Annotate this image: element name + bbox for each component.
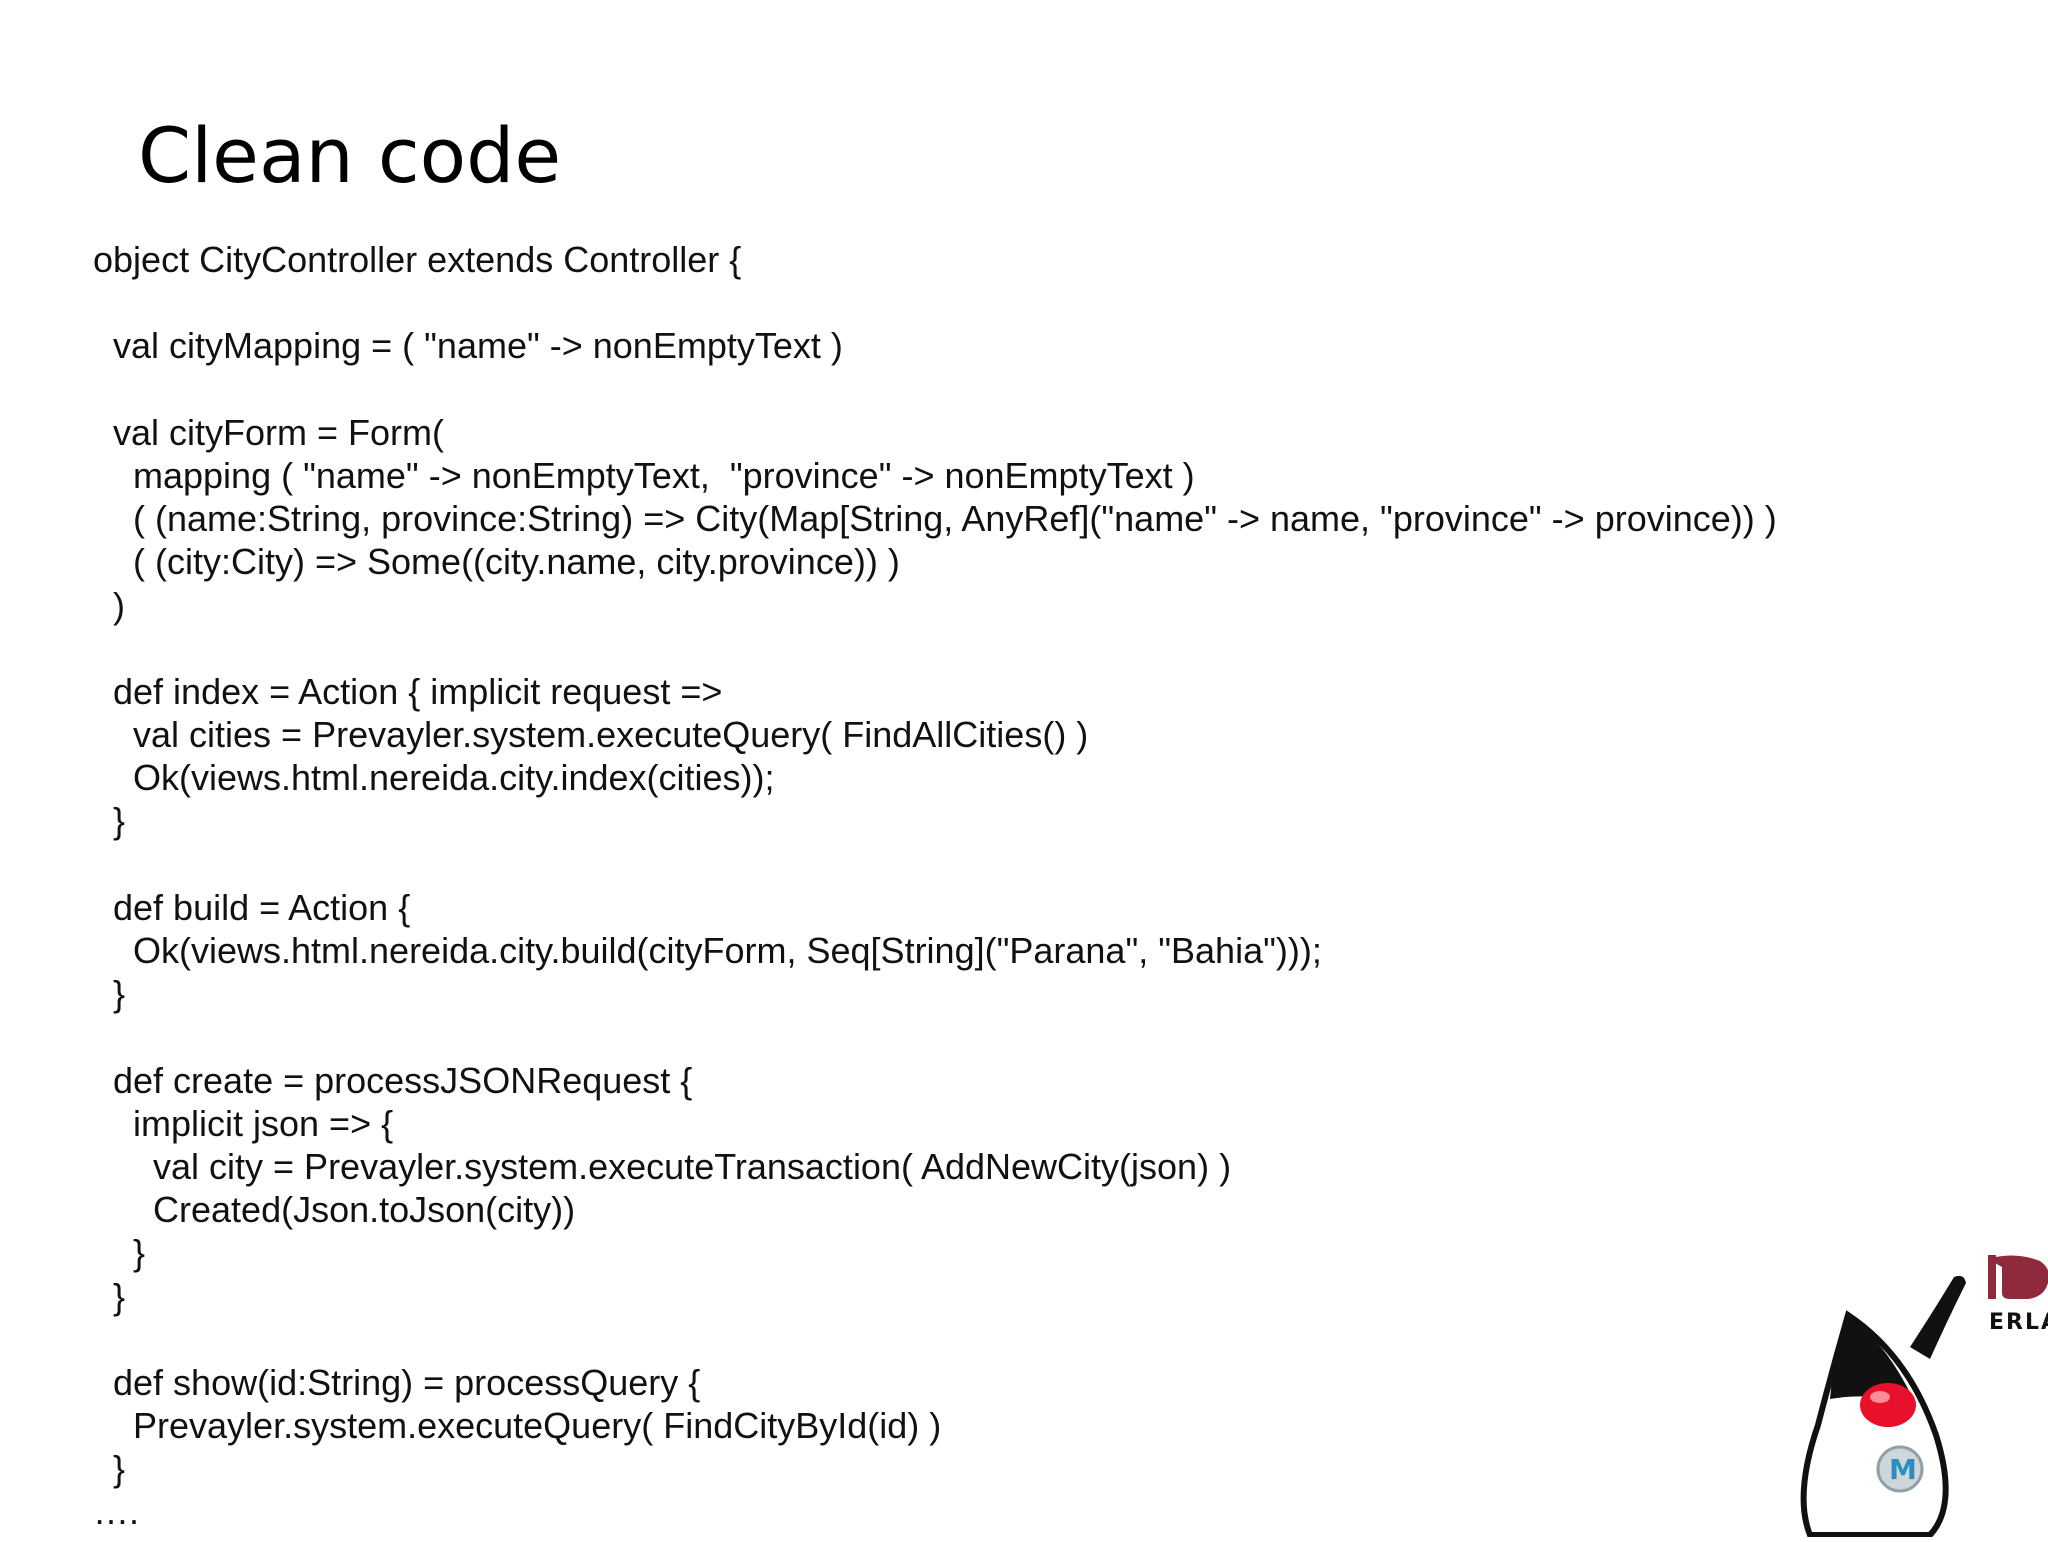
code-line: }: [93, 1448, 126, 1490]
code-line: val cityForm = Form(: [93, 411, 445, 453]
logo-area: ERLANG M: [1788, 1237, 2048, 1538]
code-line: object CityController extends Controller…: [93, 239, 742, 280]
code-line: ( (name:String, province:String) => City…: [93, 498, 1777, 540]
code-line: Ok(views.html.nereida.city.index(cities)…: [93, 757, 775, 799]
code-line: }: [93, 1275, 126, 1317]
code-line: def show(id:String) = processQuery {: [93, 1361, 701, 1403]
code-line: def index = Action { implicit request =>: [93, 670, 723, 712]
code-line: def create = processJSONRequest {: [93, 1059, 693, 1101]
code-line: def build = Action {: [93, 886, 411, 928]
erlang-logo: ERLANG: [1988, 1255, 2048, 1335]
logo-graphic: ERLANG M: [1800, 1255, 2048, 1538]
code-line: Prevayler.system.executeQuery( FindCityB…: [93, 1405, 942, 1447]
code-line: }: [93, 1232, 146, 1274]
code-line: implicit json => {: [93, 1102, 394, 1144]
duke-mascot: M: [1800, 1275, 1966, 1538]
code-line: ( (city:City) => Some((city.name, city.p…: [93, 541, 900, 583]
code-line: val cities = Prevayler.system.executeQue…: [93, 714, 1089, 756]
code-line: Ok(views.html.nereida.city.build(cityFor…: [93, 930, 1322, 971]
code-line: val cityMapping = ( "name" -> nonEmptyTe…: [93, 325, 843, 367]
code-line: ….: [93, 1491, 140, 1533]
duke-arm: [1910, 1275, 1966, 1359]
code-line: }: [93, 973, 126, 1015]
duke-nose-highlight: [1870, 1391, 1890, 1403]
slide-title: Clean code: [138, 111, 562, 200]
code-line: Created(Json.toJson(city)): [93, 1189, 576, 1231]
mule-badge-letter: M: [1889, 1453, 1917, 1486]
erlang-bracket: [1988, 1255, 1996, 1299]
code-line: }: [93, 800, 126, 842]
erlang-label: ERLANG: [1989, 1310, 2048, 1335]
code-line: ): [93, 584, 125, 626]
duke-nose: [1860, 1383, 1916, 1427]
code-block: object CityController extends Controller…: [93, 238, 1777, 1534]
erlang-e-mark: [1988, 1255, 2048, 1299]
code-line: val city = Prevayler.system.executeTrans…: [93, 1145, 1232, 1187]
code-line: mapping ( "name" -> nonEmptyText, "provi…: [93, 454, 1195, 496]
